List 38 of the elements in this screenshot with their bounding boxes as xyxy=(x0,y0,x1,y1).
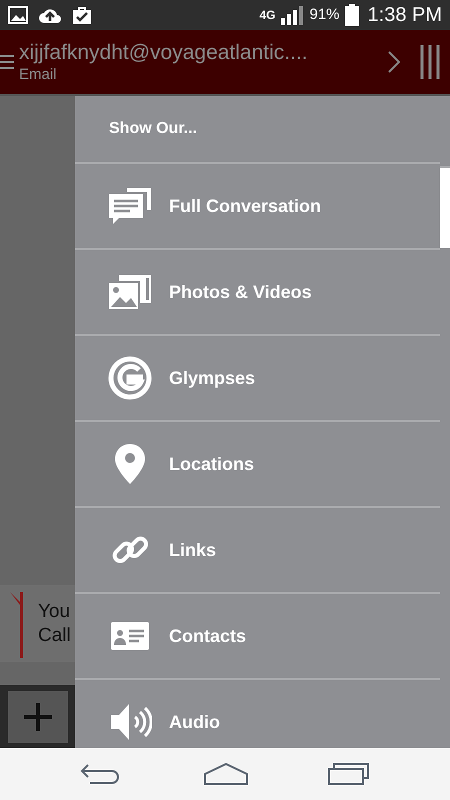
menu-icon[interactable] xyxy=(0,53,14,71)
message-text: Call xyxy=(38,624,71,648)
battery-icon xyxy=(344,4,359,26)
contact-card-icon xyxy=(110,621,150,651)
battery-percent: 91% xyxy=(309,4,340,25)
photo-film-icon xyxy=(107,273,153,311)
menu-item-label: Audio xyxy=(169,710,220,734)
menu-item[interactable]: Links xyxy=(75,508,440,594)
menu-item-label: Photos & Videos xyxy=(169,280,312,304)
menu-item-label: Links xyxy=(169,538,216,562)
menu-item-label: Locations xyxy=(169,452,254,476)
chevron-right-icon[interactable] xyxy=(388,51,400,73)
shopping-bag-icon xyxy=(72,5,92,25)
menu-item[interactable]: Glympses xyxy=(75,336,440,422)
message-text: You xyxy=(38,600,71,624)
recent-apps-icon[interactable] xyxy=(328,763,370,785)
drawer-heading: Show Our... xyxy=(109,119,198,139)
menu-item-label: Contacts xyxy=(169,624,246,648)
three-bars-icon[interactable] xyxy=(420,45,440,79)
menu-item-label: Full Conversation xyxy=(169,194,322,218)
conversation-subtitle: Email xyxy=(19,66,58,84)
menu-item[interactable]: Contacts xyxy=(75,594,440,680)
plus-icon xyxy=(24,702,52,730)
picture-icon xyxy=(8,6,28,24)
cloud-upload-icon xyxy=(38,7,62,23)
menu-item-label: Glympses xyxy=(169,366,256,390)
add-button[interactable] xyxy=(8,690,68,742)
menu-item[interactable]: Photos & Videos xyxy=(75,250,440,336)
map-pin-icon xyxy=(114,443,146,485)
menu-item[interactable]: Locations xyxy=(75,422,440,508)
conversation-title: xijjfafknydht@voyageatlantic.... xyxy=(19,40,309,66)
signal-icon xyxy=(280,5,304,25)
home-icon[interactable] xyxy=(202,762,249,786)
g-circle-icon xyxy=(108,356,152,400)
menu-item[interactable]: Full Conversation xyxy=(75,164,440,250)
clock: 1:38 PM xyxy=(368,3,442,28)
network-type: 4G xyxy=(259,9,276,21)
chat-bubbles-icon xyxy=(107,186,153,226)
